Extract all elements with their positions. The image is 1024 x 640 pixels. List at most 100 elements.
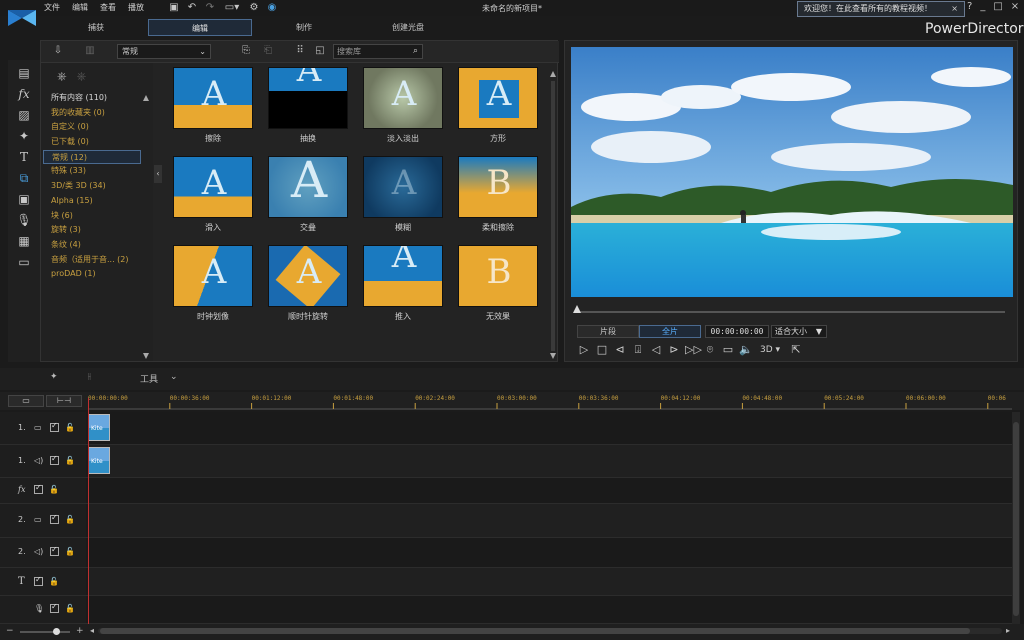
track-lane[interactable] [88, 478, 1012, 503]
zoom-handle[interactable] [53, 628, 60, 635]
track-enable-checkbox[interactable] [50, 421, 59, 432]
tab-movie-mode[interactable]: 全片 [639, 325, 701, 338]
transition-thumbnail[interactable]: A [173, 67, 253, 129]
3d-mode-button[interactable]: 3D ▾ [757, 343, 783, 357]
apply-icon[interactable]: ⎘ [239, 45, 253, 57]
category-item[interactable]: 自定义 (0) [43, 120, 141, 135]
category-item[interactable]: 旋转 (3) [43, 223, 141, 238]
download-icon[interactable]: ▥ [83, 45, 97, 57]
pip-room-icon[interactable]: ▨ [16, 108, 32, 122]
stop-icon[interactable]: □ [595, 343, 609, 357]
zoom-slider[interactable] [20, 631, 70, 633]
track-enable-checkbox[interactable] [34, 483, 43, 494]
redo-icon[interactable]: ↷ [204, 2, 216, 13]
lock-icon[interactable]: 🔓 [65, 456, 75, 465]
lock-icon[interactable]: 🔓 [49, 485, 59, 494]
track-enable-checkbox[interactable] [50, 545, 59, 556]
timeline-vertical-scrollbar[interactable] [1012, 412, 1020, 624]
chevron-down-icon[interactable]: ⌄ [170, 372, 178, 382]
upgrade-icon[interactable]: ◉ [266, 2, 278, 13]
timecode-display[interactable]: 00:00:00:00 [705, 325, 769, 338]
transition-thumbnail[interactable]: B [458, 156, 538, 218]
subtitle-room-icon[interactable]: ▭ [16, 255, 32, 269]
library-search[interactable]: 搜索库 ⌕ [333, 44, 423, 59]
video-clip[interactable]: Kite [88, 414, 110, 441]
transition-thumbnail[interactable]: A [458, 67, 538, 129]
playhead[interactable] [88, 398, 89, 624]
maximize-icon[interactable]: □ [993, 1, 1002, 12]
category-scrollbar[interactable] [142, 91, 150, 361]
menu-view[interactable]: 查看 [100, 2, 116, 13]
voice-over-icon[interactable]: 🎙 [16, 213, 32, 227]
close-icon[interactable]: × [1011, 1, 1019, 12]
track-lane[interactable] [88, 445, 1012, 477]
zoom-out-icon[interactable]: − [6, 626, 14, 636]
preview-image[interactable] [571, 47, 1013, 297]
tab-edit[interactable]: 编辑 [148, 19, 252, 36]
transition-thumbnail[interactable]: A [363, 245, 443, 307]
rewind-icon[interactable]: ◁ [649, 343, 663, 357]
timeline-ruler[interactable]: 00:00:00:00 00:00:36:00 00:01:12:00 00:01:4… [88, 392, 1012, 410]
lock-icon[interactable]: 🔓 [65, 423, 75, 432]
settings-gear-icon[interactable]: ⚙ [248, 2, 260, 13]
seek-handle[interactable] [573, 305, 581, 313]
category-item[interactable]: 特殊 (33) [43, 164, 141, 179]
category-select[interactable]: 常规 ⌄ [117, 44, 211, 59]
transition-thumbnail[interactable]: A [268, 156, 348, 218]
undo-icon[interactable]: ↶ [186, 2, 198, 13]
grid-scrollbar[interactable] [549, 69, 557, 361]
menu-edit[interactable]: 编辑 [72, 2, 88, 13]
audio-mixing-icon[interactable]: ▣ [16, 192, 32, 206]
fast-forward-icon[interactable]: ▷▷ [685, 343, 702, 357]
track-enable-checkbox[interactable] [34, 575, 43, 586]
undock-icon[interactable]: ⇱ [789, 343, 803, 357]
magic-tools-icon[interactable]: ✦ [50, 372, 58, 382]
fit-timeline-button[interactable]: ⊢⊣ [46, 395, 82, 407]
grid-view-icon[interactable]: ⠿ [293, 45, 307, 57]
split-icon[interactable]: ⍗ [631, 343, 645, 357]
transition-thumbnail[interactable]: A [268, 67, 348, 129]
tab-create-disc[interactable]: 创建光盘 [356, 19, 460, 36]
category-item[interactable]: 常规 (12) [43, 149, 141, 165]
media-room-icon[interactable]: ▤ [16, 66, 32, 80]
split-clip-icon[interactable]: ⫲ [88, 372, 91, 382]
track-enable-checkbox[interactable] [50, 454, 59, 465]
volume-icon[interactable]: 🔈 [739, 343, 753, 357]
track-enable-checkbox[interactable] [50, 513, 59, 524]
transition-thumbnail[interactable]: A [363, 156, 443, 218]
particle-room-icon[interactable]: ✦ [16, 129, 32, 143]
save-icon[interactable]: ▣ [168, 2, 180, 13]
lock-icon[interactable]: 🔓 [65, 547, 75, 556]
track-manager-button[interactable]: ▭ [8, 395, 44, 407]
scroll-right-icon[interactable]: ▸ [1006, 626, 1010, 635]
import-icon[interactable]: ⇩ [51, 45, 65, 57]
transition-thumbnail[interactable]: A [173, 156, 253, 218]
category-item[interactable]: proDAD (1) [43, 267, 141, 282]
lock-icon[interactable]: 🔓 [49, 577, 59, 586]
subtitle-icon[interactable]: ▭ [721, 343, 735, 357]
collapse-panel-icon[interactable]: ‹ [154, 165, 162, 183]
category-item[interactable]: 我的收藏夹 (0) [43, 106, 141, 121]
category-item[interactable]: 块 (6) [43, 209, 141, 224]
track-lane[interactable] [88, 504, 1012, 537]
tab-capture[interactable]: 捕获 [44, 19, 148, 36]
seek-bar[interactable] [575, 311, 1005, 313]
transition-thumbnail[interactable]: A [363, 67, 443, 129]
play-icon[interactable]: ▷ [577, 343, 591, 357]
help-icon[interactable]: ? [967, 1, 972, 12]
tab-produce[interactable]: 制作 [252, 19, 356, 36]
transition-thumbnail[interactable]: A [268, 245, 348, 307]
minimize-icon[interactable]: _ [980, 1, 985, 12]
timeline-horizontal-scrollbar[interactable] [98, 628, 1002, 634]
next-frame-icon[interactable]: ⊳ [667, 343, 681, 357]
chapter-room-icon[interactable]: ▦ [16, 234, 32, 248]
category-item[interactable]: 音频（适用于音... (2) [43, 253, 141, 268]
search-icon[interactable]: ⌕ [413, 45, 418, 58]
track-lane[interactable] [88, 596, 1012, 623]
random-icon[interactable]: ⎗ [261, 45, 275, 57]
track-lane[interactable] [88, 538, 1012, 567]
title-room-icon[interactable]: T [16, 150, 32, 164]
snapshot-icon[interactable]: ⌾ [703, 343, 717, 357]
remove-tag-icon[interactable]: ⎈ [77, 69, 87, 84]
transition-thumbnail[interactable]: A [173, 245, 253, 307]
